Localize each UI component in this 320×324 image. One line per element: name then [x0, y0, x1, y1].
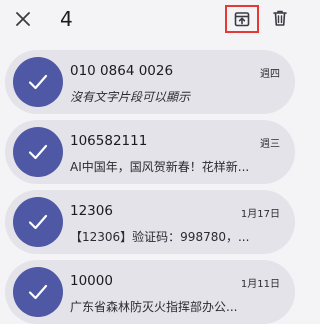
checkmark-icon: [28, 284, 48, 300]
checkmark-icon: [28, 144, 48, 160]
conversation-preview: 广东省森林防灭火指挥部办公...: [70, 300, 238, 314]
conversation-preview: AI中国年，国风贺新春！花样新...: [70, 160, 250, 174]
conversation-preview: 【12306】验证码：998780，...: [70, 230, 250, 244]
checkmark-icon: [28, 214, 48, 230]
conversation-sender: 12306: [70, 203, 113, 219]
checkmark-icon: [28, 74, 48, 90]
delete-icon: [273, 10, 287, 26]
selected-check[interactable]: [13, 127, 63, 177]
selected-count: 4: [60, 7, 73, 31]
selected-check[interactable]: [13, 197, 63, 247]
conversation-date: 1月17日: [240, 209, 280, 220]
conversation-sender: 10000: [70, 273, 113, 289]
delete-button[interactable]: [268, 6, 292, 30]
conversation-item[interactable]: 106582111 AI中国年，国风贺新春！花样新... 週三: [5, 120, 295, 184]
conversation-item[interactable]: 10000 广东省森林防灭火指挥部办公... 1月11日: [5, 260, 295, 324]
conversation-preview: 沒有文字片段可以顯示: [70, 90, 191, 104]
selection-toolbar: 4: [0, 0, 300, 40]
selected-check[interactable]: [13, 57, 63, 107]
archive-icon: [234, 12, 250, 27]
archive-button[interactable]: [225, 5, 259, 33]
conversation-item[interactable]: 010 0864 0026 沒有文字片段可以顯示 週四: [5, 50, 295, 114]
conversation-sender: 010 0864 0026: [70, 63, 174, 79]
conversation-item[interactable]: 12306 【12306】验证码：998780，... 1月17日: [5, 190, 295, 254]
close-icon: [16, 12, 30, 26]
close-selection-button[interactable]: [12, 8, 34, 30]
conversation-date: 1月11日: [240, 279, 280, 290]
conversation-date: 週三: [260, 139, 280, 150]
selected-check[interactable]: [13, 267, 63, 317]
conversation-date: 週四: [260, 69, 280, 80]
conversation-sender: 106582111: [70, 133, 148, 149]
